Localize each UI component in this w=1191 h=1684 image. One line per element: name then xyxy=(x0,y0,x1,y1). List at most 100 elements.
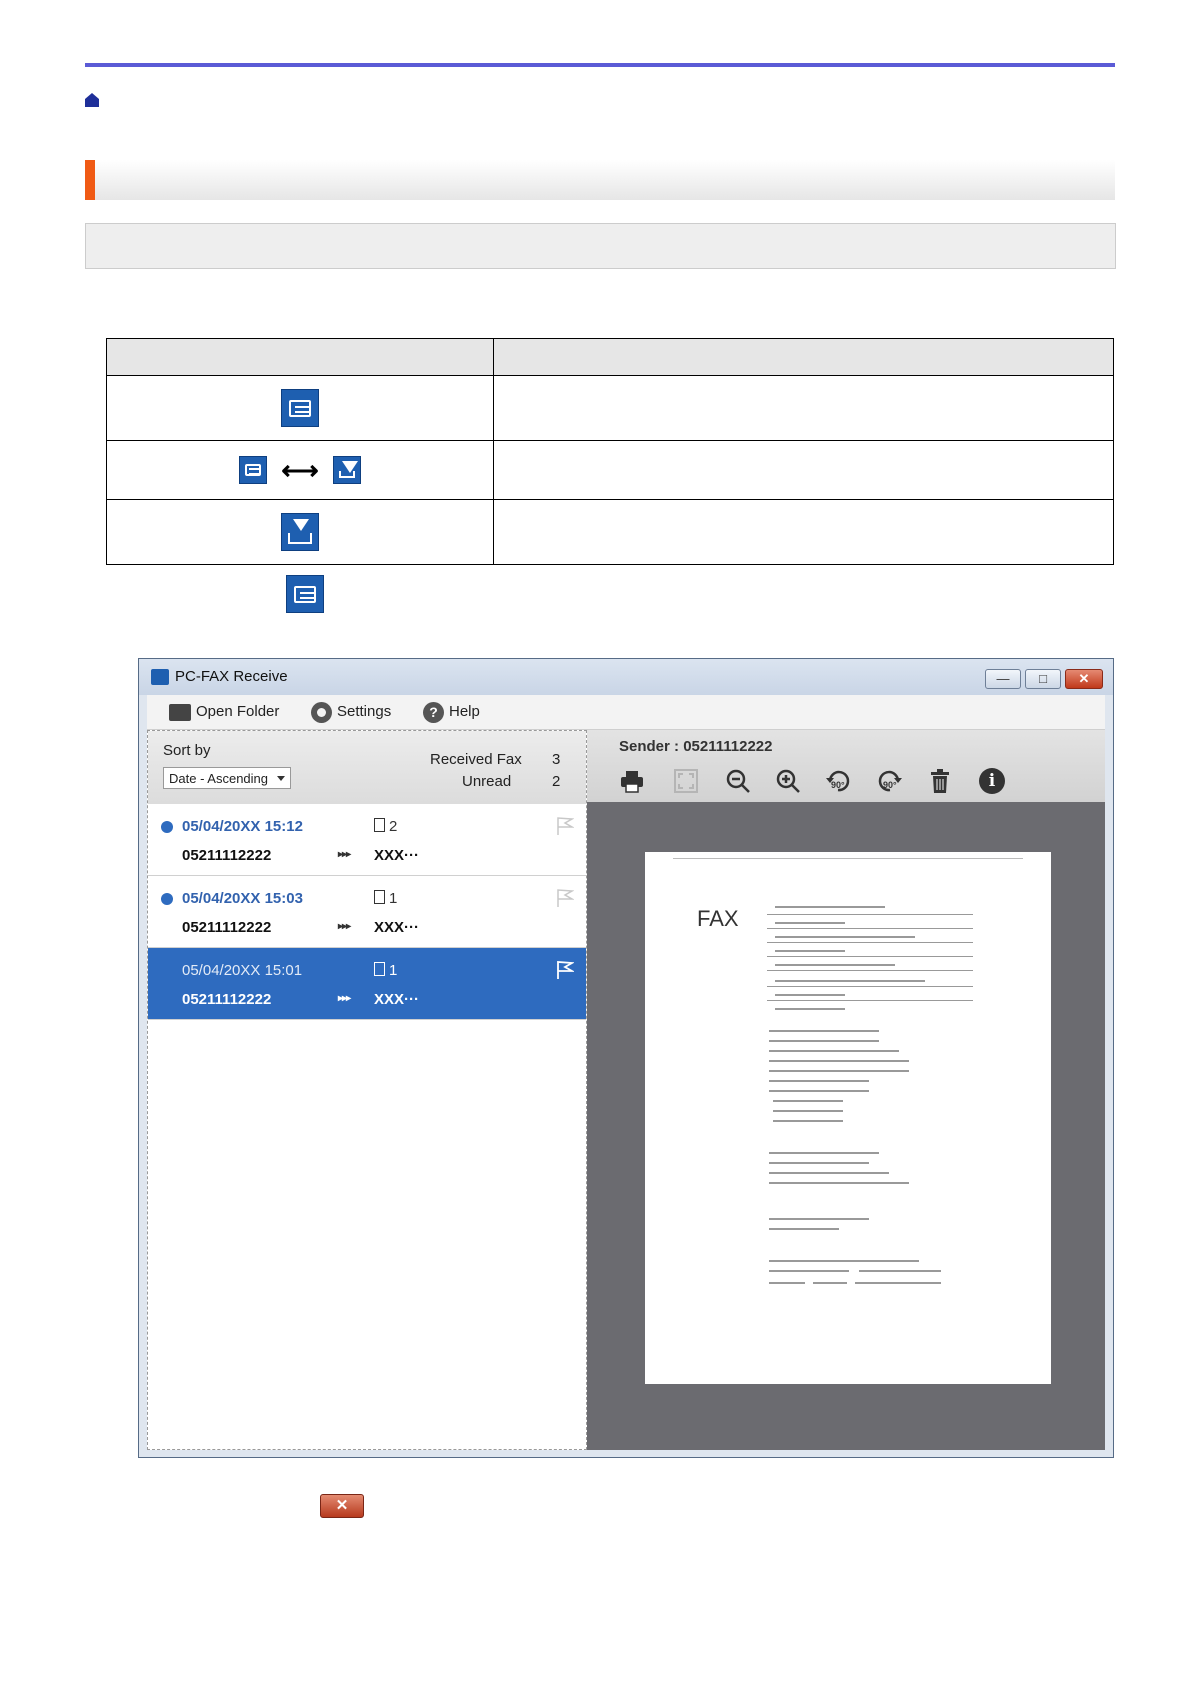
chevron-down-icon xyxy=(277,776,285,781)
menu-bar: Open Folder Settings ? Help xyxy=(147,695,1105,730)
fax-text-line xyxy=(813,1282,847,1284)
fax-date: 05/04/20XX 15:01 xyxy=(182,962,303,979)
fax-text-line xyxy=(769,1152,879,1154)
unread-label: Unread xyxy=(462,773,512,790)
page-icon xyxy=(374,818,385,832)
flag-icon[interactable] xyxy=(556,888,574,908)
table-cell: ⟷ xyxy=(106,440,494,500)
flag-icon[interactable] xyxy=(556,960,574,980)
fax-text-line xyxy=(773,1100,843,1102)
fax-number: 05211112222 xyxy=(182,847,272,864)
fax-date: 05/04/20XX 15:12 xyxy=(182,818,303,835)
table-cell xyxy=(106,499,494,565)
fax-text-line xyxy=(769,1270,849,1272)
fax-text-line xyxy=(775,1008,845,1010)
table-cell xyxy=(493,499,1114,565)
fax-rule-line xyxy=(767,986,973,987)
fax-rule-line xyxy=(767,942,973,943)
fax-text-line xyxy=(769,1030,879,1032)
table-header-cell xyxy=(106,338,494,376)
fax-list-item-selected[interactable]: 05/04/20XX 15:01 1 05211112222 ▸▸▸ XXX··… xyxy=(148,948,586,1020)
fax-date: 05/04/20XX 15:03 xyxy=(182,890,303,907)
unread-count: 2 xyxy=(552,773,561,790)
sender-value: 05211112222 xyxy=(683,738,773,755)
fax-text-line xyxy=(769,1162,869,1164)
flag-icon[interactable] xyxy=(556,816,574,836)
section-header xyxy=(85,160,1115,200)
table-row xyxy=(106,499,1114,565)
window-titlebar: PC-FAX Receive — □ ✕ xyxy=(139,659,1113,695)
help-button[interactable]: ? Help xyxy=(423,701,480,723)
fax-received-icon xyxy=(281,513,319,551)
double-arrow-icon: ⟷ xyxy=(281,454,319,485)
fit-icon[interactable] xyxy=(673,768,699,794)
table-cell xyxy=(106,375,494,441)
fax-text-line xyxy=(775,950,845,952)
folder-icon xyxy=(169,703,191,721)
preview-pane: Sender : 05211112222 90° 90° i FAX xyxy=(587,730,1105,1450)
fax-text-line xyxy=(769,1060,909,1062)
fax-page-count: 1 xyxy=(389,962,398,979)
sender-line: Sender : 05211112222 xyxy=(619,738,772,755)
zoom-out-icon[interactable] xyxy=(725,768,751,794)
sort-dropdown[interactable]: Date - Ascending xyxy=(163,767,291,789)
help-icon: ? xyxy=(423,701,444,723)
maximize-button[interactable]: □ xyxy=(1025,669,1061,689)
table-cell xyxy=(493,440,1114,500)
close-button-icon: ✕ xyxy=(320,1494,364,1518)
fax-list-pane: Sort by Date - Ascending Received Fax 3 … xyxy=(147,730,587,1450)
fax-text-line xyxy=(769,1050,899,1052)
fax-text-line xyxy=(775,936,915,938)
page-icon xyxy=(374,962,385,976)
fax-text-line xyxy=(775,994,845,996)
table-cell xyxy=(493,375,1114,441)
info-box xyxy=(85,223,1116,269)
delete-icon[interactable] xyxy=(927,768,953,794)
help-label: Help xyxy=(449,703,480,720)
fax-text-line xyxy=(769,1218,869,1220)
open-folder-button[interactable]: Open Folder xyxy=(169,701,279,723)
fax-rule-line xyxy=(767,914,973,915)
arrow-icon: ▸▸▸ xyxy=(338,849,351,860)
fax-name: XXX··· xyxy=(374,991,419,1008)
fax-list-item[interactable]: 05/04/20XX 15:03 1 05211112222 ▸▸▸ XXX··… xyxy=(148,876,586,948)
home-icon[interactable] xyxy=(84,92,100,108)
fax-text-line xyxy=(775,964,895,966)
fax-text-line xyxy=(859,1270,941,1272)
fax-text-line xyxy=(769,1182,909,1184)
rotate-right-label: 90° xyxy=(883,780,897,790)
settings-button[interactable]: Settings xyxy=(311,701,391,723)
rotate-left-label: 90° xyxy=(831,780,845,790)
gear-icon xyxy=(311,701,332,723)
minimize-button[interactable]: — xyxy=(985,669,1021,689)
fax-number: 05211112222 xyxy=(182,991,272,1008)
sort-dropdown-value: Date - Ascending xyxy=(169,771,269,786)
section-accent-bar xyxy=(85,160,95,200)
top-rule xyxy=(85,63,1115,67)
open-folder-label: Open Folder xyxy=(196,703,280,720)
fax-name: XXX··· xyxy=(374,919,419,936)
close-window-button[interactable]: ✕ xyxy=(1065,669,1103,689)
sort-area: Sort by Date - Ascending Received Fax 3 … xyxy=(148,731,586,804)
fax-text-line xyxy=(855,1282,941,1284)
fax-text-line xyxy=(769,1228,839,1230)
print-icon[interactable] xyxy=(619,768,645,794)
pc-fax-receive-icon[interactable] xyxy=(286,575,324,613)
info-icon[interactable]: i xyxy=(979,768,1005,794)
fax-list-item[interactable]: 05/04/20XX 15:12 2 05211112222 ▸▸▸ XXX··… xyxy=(148,804,586,876)
fax-header-line xyxy=(673,858,1023,859)
fax-text-line xyxy=(775,906,885,908)
fax-name: XXX··· xyxy=(374,847,419,864)
fax-text-line xyxy=(769,1090,869,1092)
fax-rule-line xyxy=(767,928,973,929)
preview-toolbar: Sender : 05211112222 90° 90° i xyxy=(587,730,1105,802)
zoom-in-icon[interactable] xyxy=(775,768,801,794)
fax-text-line xyxy=(773,1120,843,1122)
fax-page-heading: FAX xyxy=(697,906,739,931)
fax-page-count: 1 xyxy=(389,890,398,907)
fax-text-line xyxy=(773,1110,843,1112)
table-header-row xyxy=(106,338,1114,376)
fax-text-line xyxy=(769,1080,869,1082)
fax-text-line xyxy=(769,1040,879,1042)
pc-fax-receive-window: PC-FAX Receive — □ ✕ Open Folder Setting… xyxy=(138,658,1114,1458)
